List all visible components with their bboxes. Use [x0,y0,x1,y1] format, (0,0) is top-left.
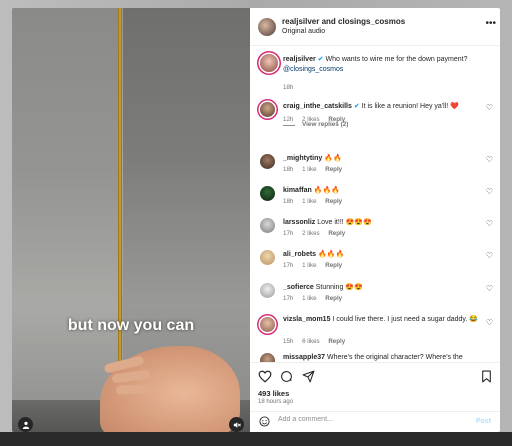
heart-icon[interactable]: ♡ [486,155,493,164]
divider [283,125,295,126]
avatar[interactable] [260,283,275,298]
post-button[interactable]: Post [476,418,491,425]
avatar[interactable] [258,18,276,36]
comment-likes[interactable]: 1 like [302,295,316,302]
post-modal: but now you can realjsilver and closings… [12,8,500,432]
video-caption: but now you can [67,317,195,334]
comment-username[interactable]: vizsla_mom15 [283,316,330,323]
comment-username[interactable]: kimaffan [283,187,312,194]
more-horizontal-icon[interactable]: ••• [485,18,496,29]
heart-icon[interactable]: ♡ [486,251,493,260]
comment-text: Love it!!! 😍😍😍 [317,219,372,226]
avatar[interactable] [260,102,275,117]
comment-time: 17h [283,262,294,269]
view-replies-button[interactable]: View replies (2) [302,121,348,128]
heart-icon[interactable]: ♡ [486,318,493,327]
reply-button[interactable]: Reply [325,166,342,173]
heart-icon[interactable]: ♡ [486,103,493,112]
post-header: realjsilver and closings_cosmos Original… [250,8,500,46]
comment-text: Stunning 😍😍 [315,284,363,291]
comment-likes[interactable]: 2 likes [302,230,320,237]
comment-text: 🔥🔥🔥 [313,187,340,194]
mute-icon[interactable] [229,417,244,432]
comment-time: 18h [283,84,294,91]
avatar[interactable] [260,353,275,362]
comment-text: 🔥🔥🔥 [318,251,345,258]
comment-username[interactable]: realjsilver [283,56,316,63]
comment-likes[interactable]: 1 like [302,262,316,269]
comment-username[interactable]: _sofierce [283,284,314,291]
verified-badge-icon: ✔ [353,103,360,110]
avatar[interactable] [260,154,275,169]
comment-time: 17h [283,230,294,237]
comments-list[interactable]: realjsilver ✔ Who wants to wire me for t… [250,46,500,362]
comment-likes[interactable]: 6 likes [302,338,320,345]
finger-shape [115,384,151,395]
comment-username[interactable]: ali_robets [283,251,316,258]
likes-count[interactable]: 493 likes [258,389,289,398]
comment-input[interactable] [278,416,458,423]
comment-username[interactable]: _mightytiny [283,155,322,162]
reply-button[interactable]: Reply [325,198,342,205]
comment-time: 17h [283,295,294,302]
comment-likes[interactable]: 1 like [302,198,316,205]
post-authors[interactable]: realjsilver and closings_cosmos [282,17,405,26]
comment-text: Who wants to wire me for the down paymen… [325,56,468,63]
comment-icon[interactable] [280,370,293,386]
verified-badge-icon: ✔ [317,56,324,63]
avatar[interactable] [260,54,278,72]
reply-button[interactable]: Reply [328,338,345,345]
posted-time[interactable]: 18 hours ago [258,399,293,405]
bookmark-icon[interactable] [481,370,492,386]
post-actions [250,362,500,390]
comment-text: I could live there. I just need a sugar … [332,316,478,323]
user-icon[interactable] [18,417,33,432]
share-icon[interactable] [302,370,315,386]
comment-text: Where's the original character? Where's … [326,354,463,361]
heart-icon[interactable]: ♡ [486,219,493,228]
comment-username[interactable]: craig_inthe_catskills [283,103,352,110]
avatar[interactable] [260,250,275,265]
heart-icon[interactable]: ♡ [486,284,493,293]
reply-button[interactable]: Reply [328,230,345,237]
audio-label[interactable]: Original audio [282,28,325,35]
comment-time: 12h [283,116,294,123]
comment-time: 18h [283,166,294,173]
comment-username[interactable]: missapple37 [283,354,325,361]
comment-time: 18h [283,198,294,205]
mention-link[interactable]: @closings_cosmos [283,66,343,73]
avatar[interactable] [260,317,275,332]
avatar[interactable] [260,186,275,201]
heart-icon[interactable]: ♡ [486,187,493,196]
reply-button[interactable]: Reply [325,295,342,302]
comment-likes[interactable]: 1 like [302,166,316,173]
add-comment-bar: Post [250,411,500,432]
reel-video[interactable]: but now you can [12,8,250,432]
avatar[interactable] [260,218,275,233]
emoji-icon[interactable] [259,416,270,430]
reply-button[interactable]: Reply [325,262,342,269]
comment-time: 15h [283,338,294,345]
heart-icon[interactable] [258,370,272,386]
backdrop-strip [0,432,512,446]
comment-username[interactable]: larssonliz [283,219,315,226]
comment-text: 🔥🔥 [324,155,342,162]
comment-text: It is like a reunion! Hey ya'll! ❤️ [361,103,459,110]
post-sidebar: realjsilver and closings_cosmos Original… [250,8,500,432]
